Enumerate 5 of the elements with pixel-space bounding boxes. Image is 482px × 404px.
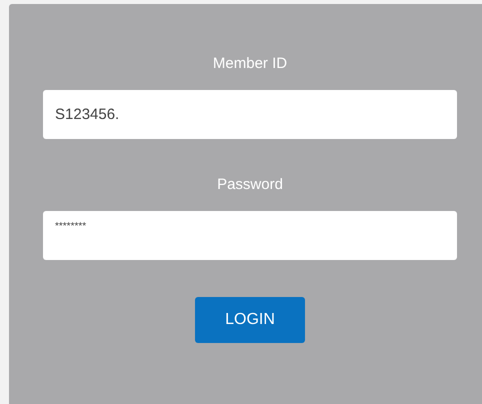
login-button[interactable]: LOGIN	[195, 297, 305, 343]
field-label: Member ID	[212, 54, 288, 74]
input-field[interactable]: ********	[43, 211, 457, 260]
input-field[interactable]: S123456.	[43, 90, 457, 139]
field-label: Password	[217, 175, 283, 195]
